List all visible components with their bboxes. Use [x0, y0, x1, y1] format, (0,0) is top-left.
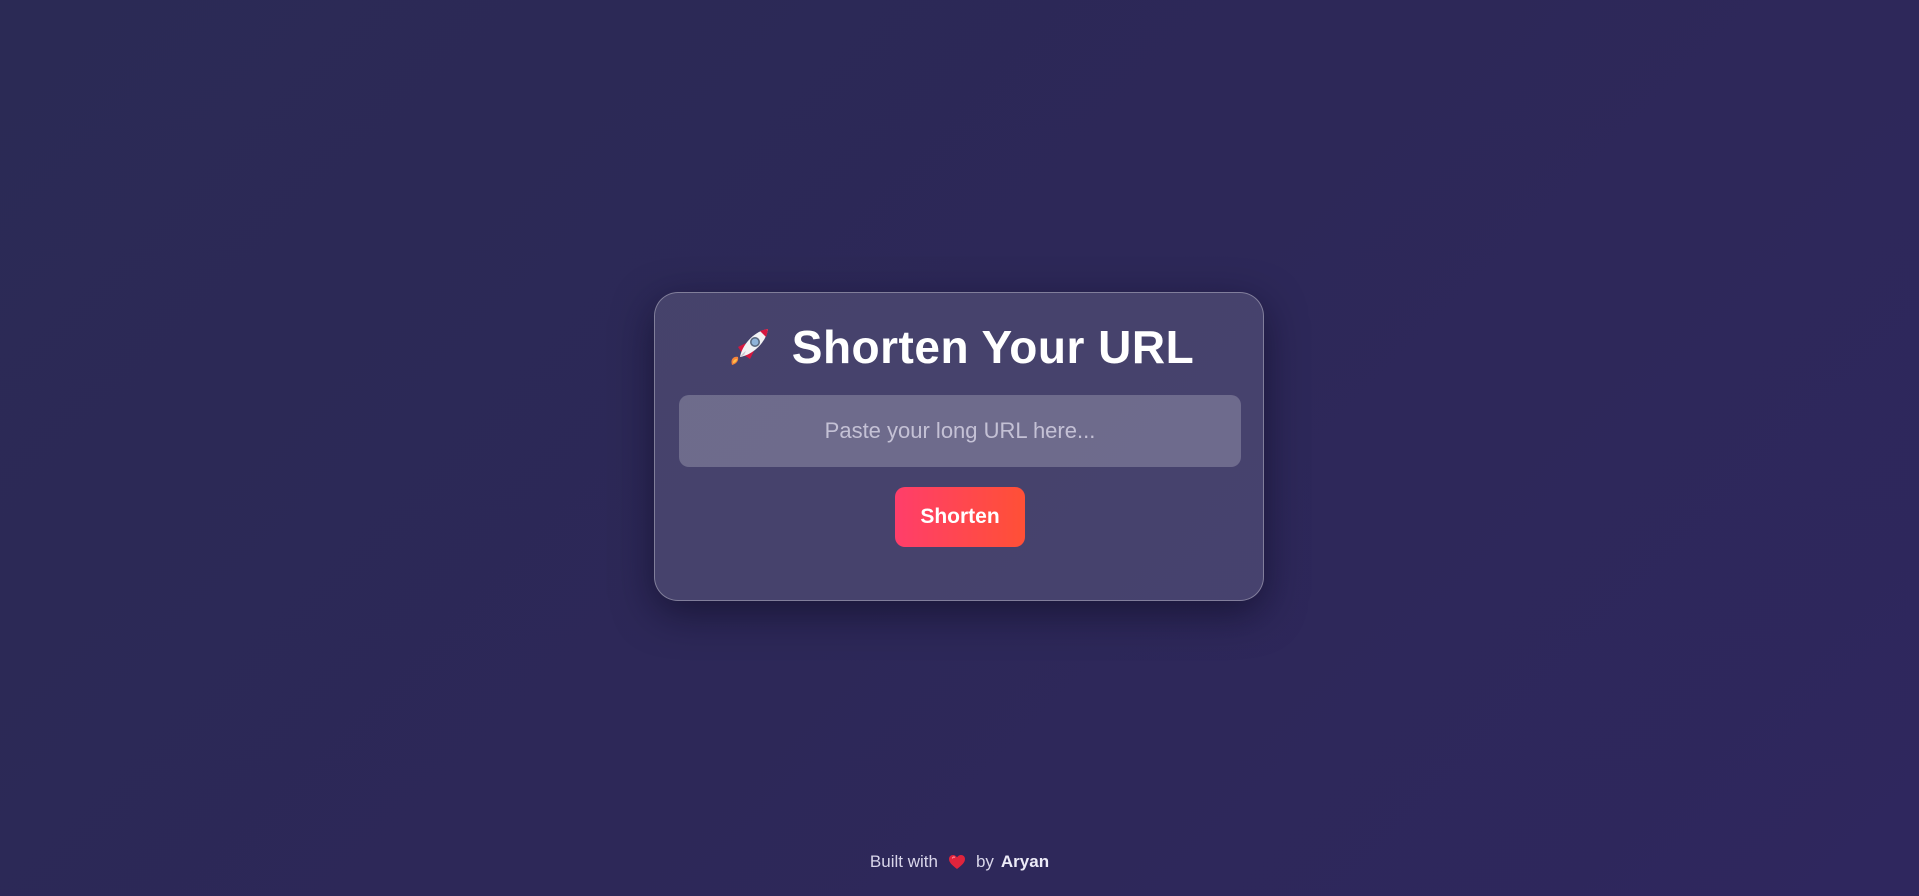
url-input[interactable]: [679, 395, 1241, 467]
title-text: Shorten Your URL: [791, 321, 1195, 373]
rocket-icon: [724, 321, 776, 373]
footer-author: Aryan: [1000, 852, 1050, 871]
page-title: Shorten Your URL: [655, 321, 1263, 373]
url-shortener-card: Shorten Your URL Shorten: [654, 292, 1264, 601]
footer-by: by: [975, 852, 994, 871]
footer-prefix: Built with: [869, 852, 938, 871]
footer: Built with by Aryan: [0, 852, 1919, 872]
heart-icon: [948, 854, 966, 870]
shorten-button[interactable]: Shorten: [895, 487, 1025, 547]
